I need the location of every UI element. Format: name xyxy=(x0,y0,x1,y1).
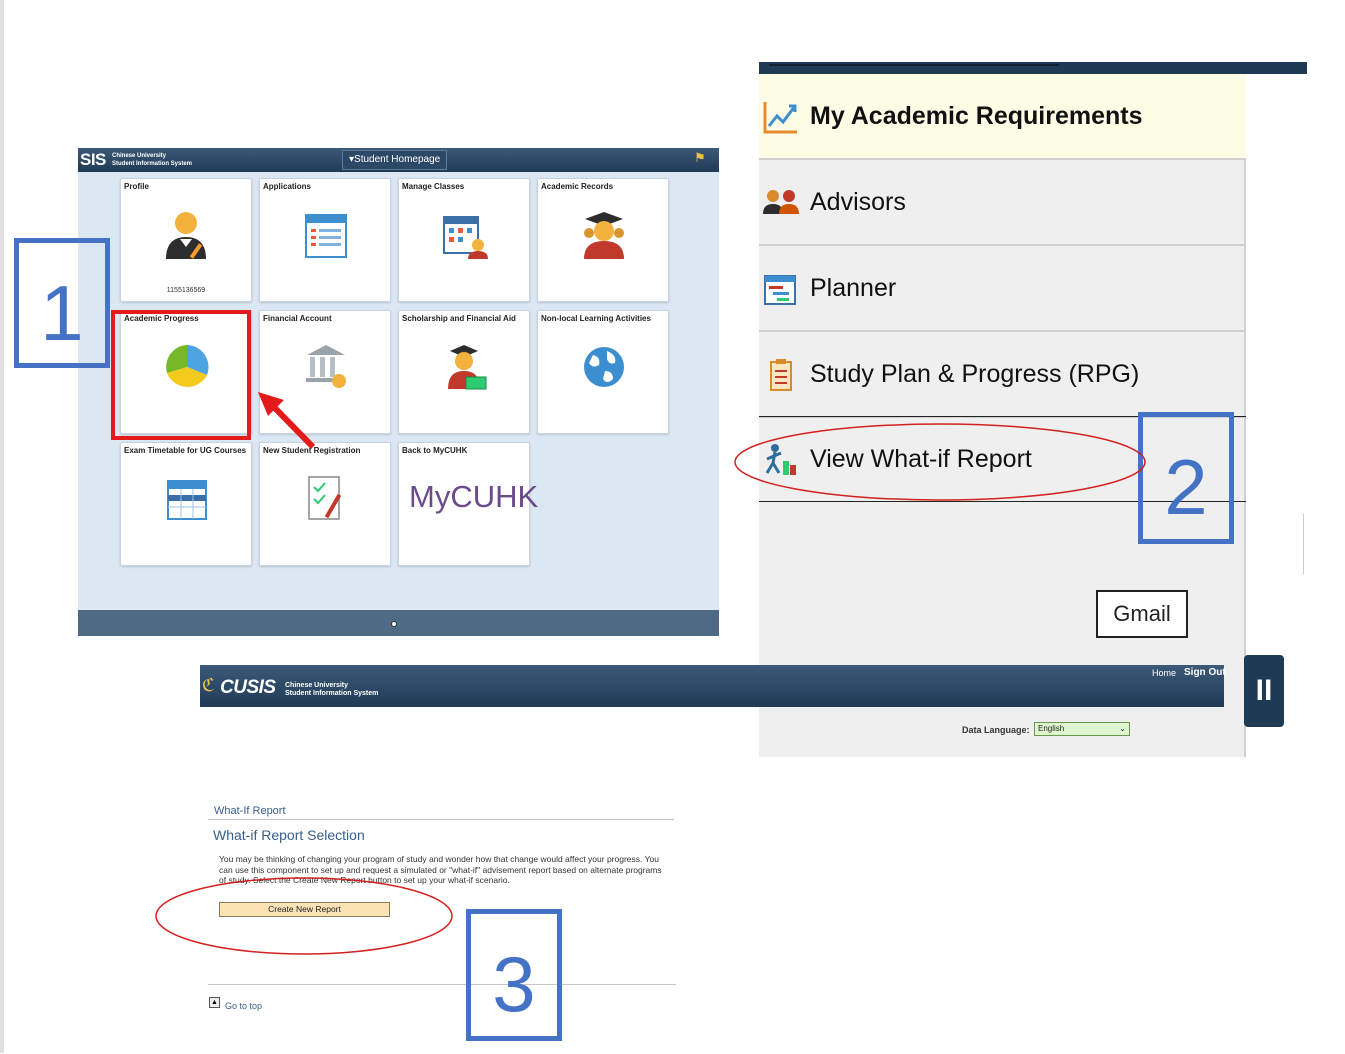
home-link[interactable]: Home xyxy=(1152,668,1176,678)
calendar-icon xyxy=(167,480,207,520)
tile-new-student-registration[interactable]: New Student Registration xyxy=(259,442,391,566)
go-to-top-icon[interactable]: ▲ xyxy=(209,997,220,1008)
menu-item-planner[interactable]: Planner xyxy=(759,246,1246,332)
tile-scholarship[interactable]: Scholarship and Financial Aid xyxy=(398,310,530,434)
data-language-value: English xyxy=(1038,724,1065,733)
tile-non-local-learning[interactable]: Non-local Learning Activities xyxy=(537,310,669,434)
tile-back-to-mycuhk[interactable]: Back to MyCUHK MyCUHK xyxy=(398,442,538,566)
page-edge xyxy=(0,0,4,1053)
tile-title: Exam Timetable for UG Courses xyxy=(124,446,247,455)
clipboard-icon xyxy=(770,359,792,391)
menu-item-label: Study Plan & Progress (RPG) xyxy=(810,360,1140,388)
cusis-header-bar: ℭ CUSIS Chinese University Student Infor… xyxy=(200,665,1226,707)
breadcrumb: What-If Report xyxy=(214,805,286,817)
bank-icon xyxy=(306,345,346,388)
student-id: 1155136569 xyxy=(166,287,206,294)
page-description: You may be thinking of changing your pro… xyxy=(219,854,662,885)
people-icon xyxy=(763,190,799,214)
menu-item-label: View What-if Report xyxy=(810,445,1032,473)
logo-subtitle: Chinese University Student Information S… xyxy=(112,153,193,167)
data-language-label: Data Language: xyxy=(962,725,1030,735)
top-bar-accent xyxy=(769,64,1059,66)
homepage-selector[interactable]: ▾Student Homepage xyxy=(342,150,448,170)
menu-item-label: Advisors xyxy=(810,188,906,216)
tile-academic-records[interactable]: Academic Records xyxy=(537,178,669,302)
tile-exam-timetable[interactable]: Exam Timetable for UG Courses xyxy=(120,442,252,566)
person-icon xyxy=(166,212,206,259)
homepage-selector-label: Student Homepage xyxy=(354,154,441,165)
scholarship-icon xyxy=(448,345,487,390)
menu-item-study-plan[interactable]: Study Plan & Progress (RPG) xyxy=(759,332,1246,418)
cusis-logo-mark: ℭ xyxy=(202,675,215,695)
menu-item-my-academic-requirements[interactable]: My Academic Requirements xyxy=(759,74,1246,160)
header-bar: SIS Chinese University Student Informati… xyxy=(78,148,719,172)
compass-icon[interactable]: ⚑ xyxy=(694,150,706,166)
tile-title: Financial Account xyxy=(263,314,332,323)
go-to-top-link[interactable]: Go to top xyxy=(225,1001,262,1011)
tile-applications[interactable]: Applications xyxy=(259,178,391,302)
data-language-select[interactable]: English ⌄ xyxy=(1034,722,1130,736)
menu-item-advisors[interactable]: Advisors xyxy=(759,160,1246,246)
academic-requirements-screenshot: My Academic Requirements Advisors Planne… xyxy=(759,62,1307,757)
sis-logo: SIS xyxy=(80,150,106,169)
divider xyxy=(208,819,674,820)
tile-title: Applications xyxy=(263,182,312,191)
chevron-down-icon: ⌄ xyxy=(1119,724,1126,733)
tile-title: Back to MyCUHK xyxy=(402,446,468,455)
page-title: What-if Report Selection xyxy=(213,827,365,843)
mycuhk-logo: MyCUHK xyxy=(409,479,539,514)
tile-title: New Student Registration xyxy=(263,446,361,455)
tile-title: Profile xyxy=(124,182,149,191)
cusis-logo-subtitle: Chinese University Student Information S… xyxy=(285,682,379,697)
cusis-logo: CUSIS xyxy=(220,677,276,698)
step-number-box: 1 xyxy=(14,238,110,368)
graduate-icon xyxy=(584,212,624,259)
tile-title: Manage Classes xyxy=(402,182,465,191)
sign-out-link[interactable]: Sign Out xyxy=(1184,667,1226,678)
page-indicator-dot[interactable] xyxy=(391,621,397,627)
planner-icon xyxy=(764,275,796,305)
menu-item-label: Planner xyxy=(810,274,897,302)
whatif-icon xyxy=(765,444,796,475)
step-number-box: 2 xyxy=(1138,412,1234,544)
create-new-report-button[interactable]: Create New Report xyxy=(219,902,390,917)
gmail-button[interactable]: Gmail xyxy=(1096,590,1188,638)
tile-title: Non-local Learning Activities xyxy=(541,314,651,323)
highlight-box-academic-progress xyxy=(111,310,251,440)
divider xyxy=(208,984,676,985)
form-icon xyxy=(305,214,347,258)
footer-bar xyxy=(78,610,719,636)
globe-icon xyxy=(584,347,624,387)
calendar-student-icon xyxy=(443,216,488,259)
tile-financial-account[interactable]: Financial Account xyxy=(259,310,391,434)
trend-chart-icon xyxy=(763,102,797,134)
tile-manage-classes[interactable]: Manage Classes xyxy=(398,178,530,302)
side-divider xyxy=(1303,514,1307,574)
step-number-box: 3 xyxy=(466,909,562,1041)
tile-title: Scholarship and Financial Aid xyxy=(402,314,516,323)
tile-title: Academic Records xyxy=(541,182,614,191)
top-bar xyxy=(759,62,1307,74)
tile-profile[interactable]: Profile 1155136569 xyxy=(120,178,252,302)
pause-icon[interactable]: II xyxy=(1244,655,1284,727)
registration-icon xyxy=(308,476,342,520)
menu-item-label: My Academic Requirements xyxy=(810,102,1143,130)
